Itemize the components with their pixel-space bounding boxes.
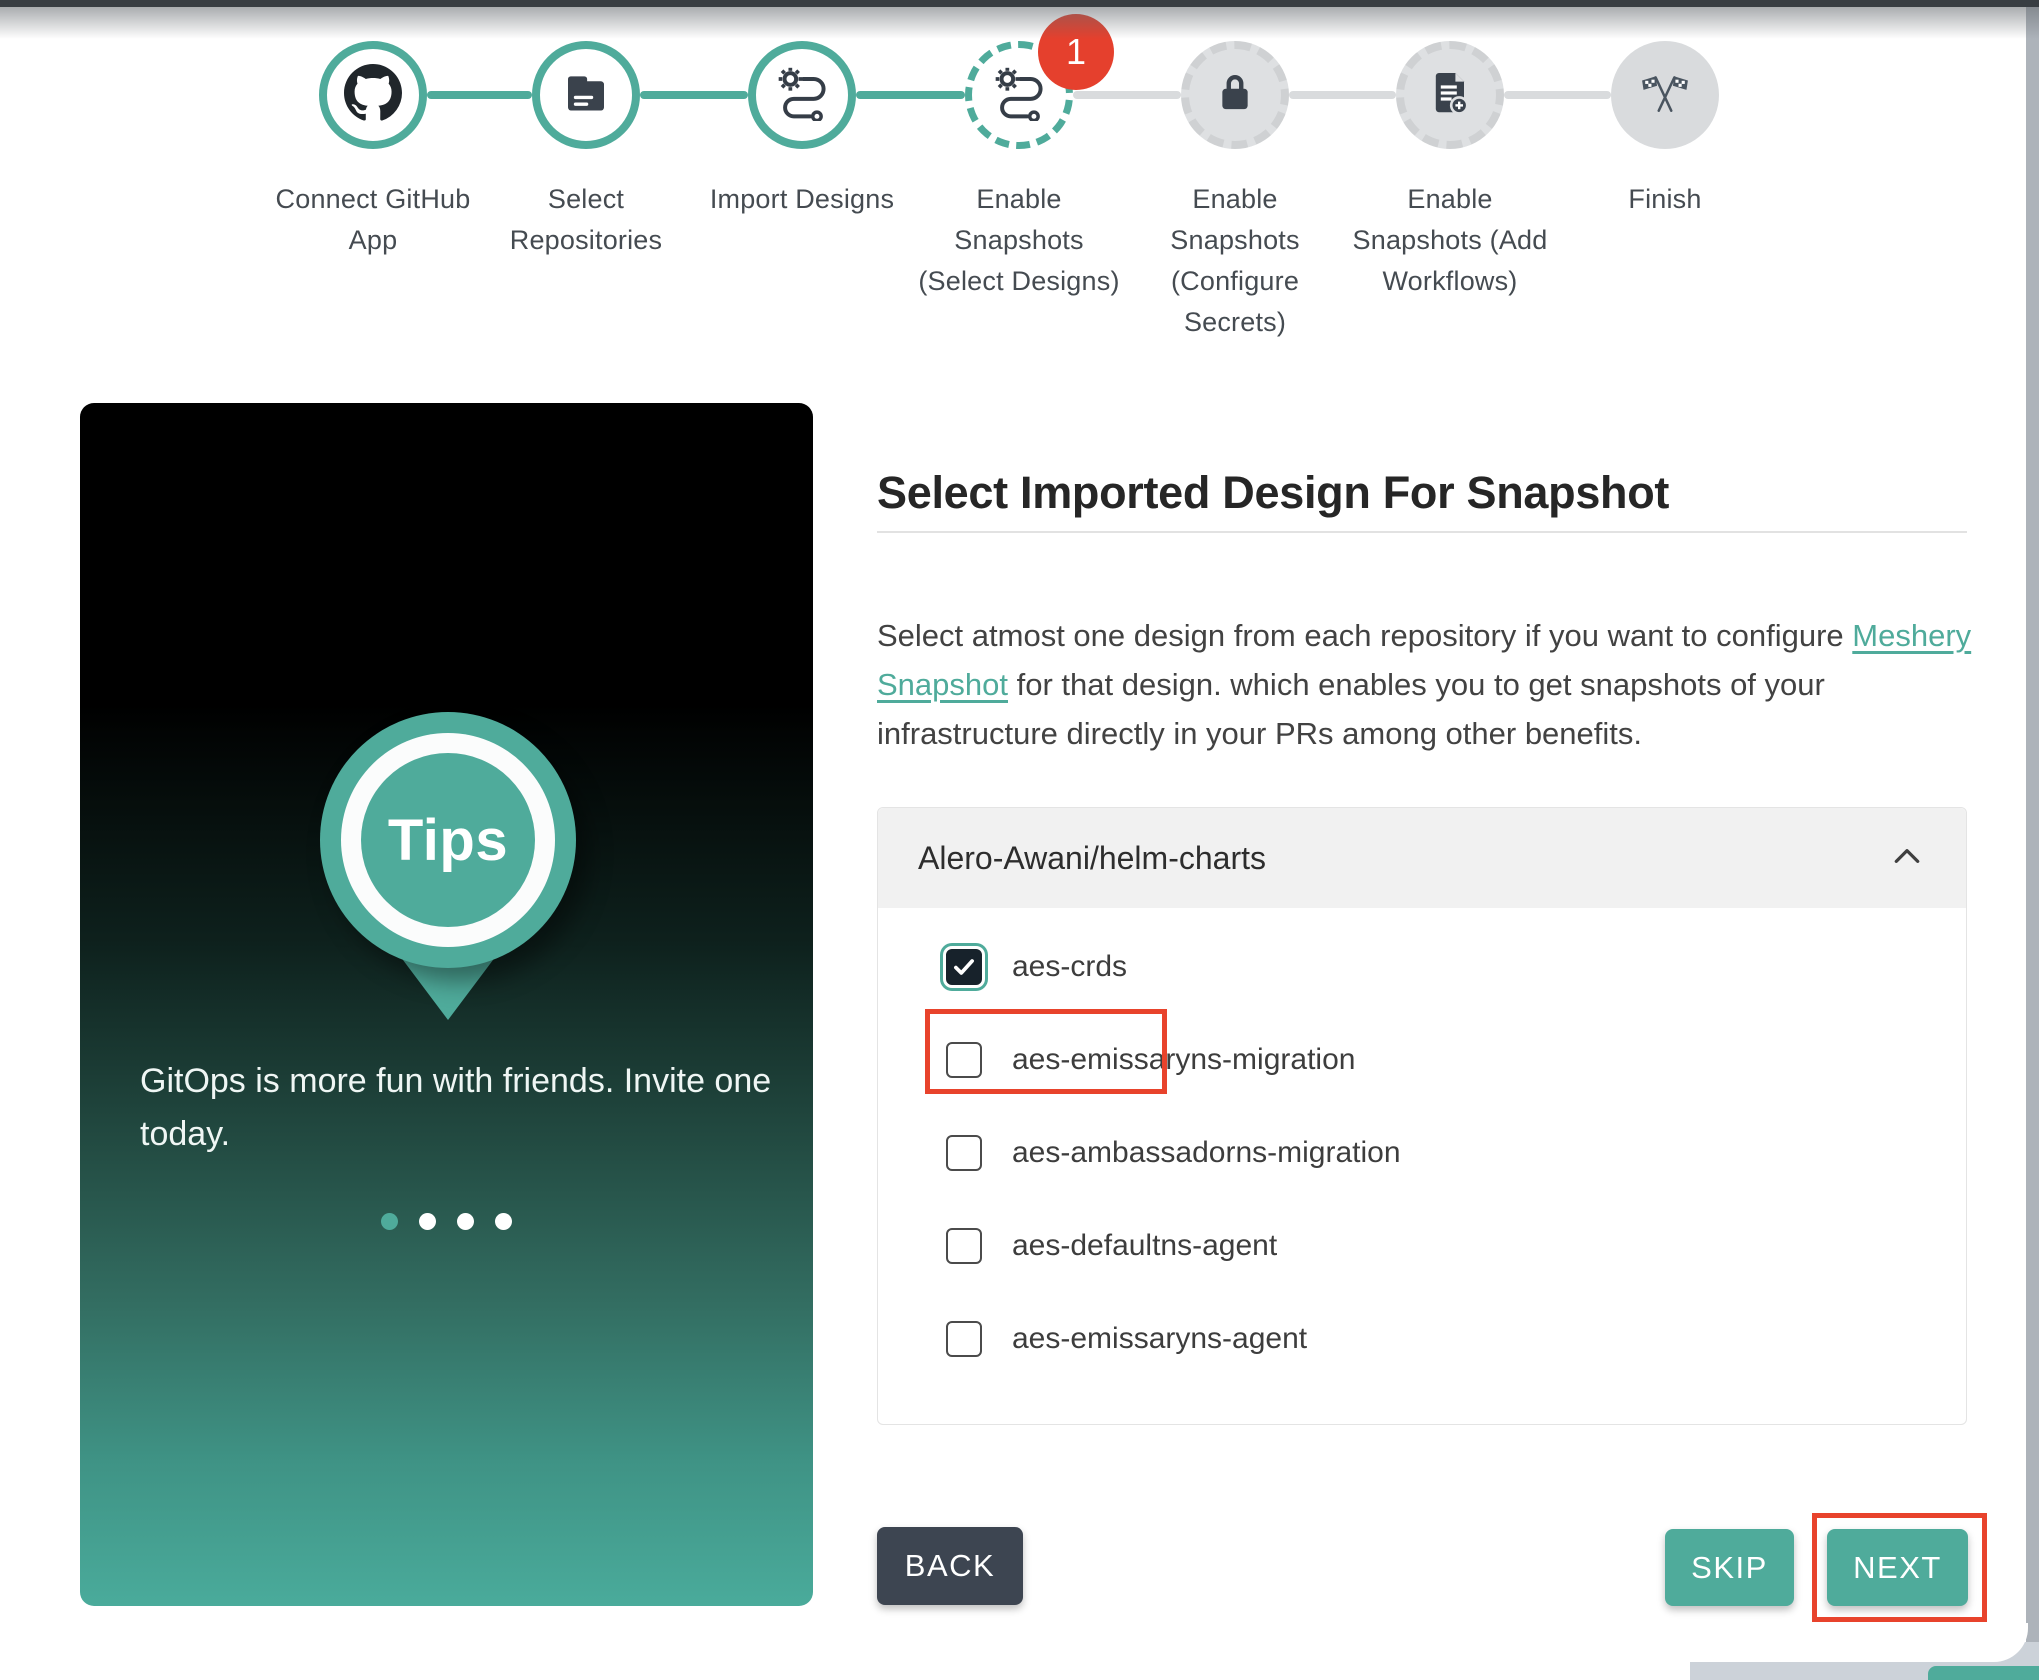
lock-icon (1212, 70, 1258, 121)
step-circle (748, 41, 856, 149)
document-add-icon (1426, 69, 1474, 122)
design-checkbox[interactable] (946, 1320, 982, 1357)
tips-pin: Tips (320, 712, 576, 968)
highlight-annotation-checked-design (925, 1009, 1167, 1094)
step-connect-github-app: Connect GitHub App (265, 41, 481, 261)
github-icon (344, 63, 402, 127)
wizard-stepper: Connect GitHub App Select Repositories I… (0, 0, 2039, 337)
step-circle (1611, 41, 1719, 149)
tips-pin-ring: Tips (341, 733, 555, 947)
design-checkbox[interactable] (946, 1227, 982, 1264)
design-row: aes-ambassadorns-migration (878, 1106, 1966, 1199)
step-label: Select Repositories (509, 184, 663, 255)
top-window-edge (0, 0, 2039, 7)
carousel-dot[interactable] (495, 1213, 512, 1230)
design-row: aes-crds (878, 920, 1966, 1013)
design-label: aes-crds (1012, 949, 1128, 983)
chevron-up-icon[interactable] (1892, 845, 1922, 872)
top-shadow (0, 7, 2039, 39)
repository-accordion: Alero-Awani/helm-charts aes-crds aes-emi… (877, 807, 1967, 1425)
route-icon (774, 65, 830, 126)
back-button[interactable]: BACK (877, 1527, 1023, 1605)
scrollbar-track[interactable] (2026, 0, 2039, 1680)
modal-bottom-corner (1200, 1623, 2028, 1662)
design-row: aes-defaultns-agent (878, 1199, 1966, 1292)
design-label: aes-defaultns-agent (1012, 1228, 1278, 1262)
highlight-annotation-next-button (1812, 1513, 1987, 1622)
step-circle (319, 41, 427, 149)
design-row: aes-emissaryns-agent (878, 1292, 1966, 1385)
step-enable-snapshots-configure-secrets: Enable Snapshots (Configure Secrets) (1127, 41, 1343, 343)
design-checkbox-checked[interactable] (946, 948, 982, 985)
step-label: Enable Snapshots (Add Workflows) (1352, 184, 1548, 296)
gitops-setup-wizard: Connect GitHub App Select Repositories I… (0, 0, 2039, 1680)
title-divider (877, 531, 1967, 533)
tips-message-line: today. (140, 1115, 231, 1153)
route-icon (991, 65, 1047, 126)
step-label: Finish (1628, 184, 1702, 214)
step-label: Import Designs (709, 184, 895, 214)
step-circle (1181, 41, 1289, 149)
carousel-dot[interactable] (419, 1213, 436, 1230)
design-list: aes-crds aes-emissaryns-migration aes-am… (878, 908, 1966, 1385)
design-label: aes-ambassadorns-migration (1012, 1135, 1401, 1169)
step-finish: Finish (1557, 41, 1773, 220)
step-select-repositories: Select Repositories (478, 41, 694, 261)
description-after-link: for that design. which enables you to ge… (877, 667, 1825, 751)
step-import-designs: Import Designs (694, 41, 910, 220)
step-enable-snapshots-add-workflows: Enable Snapshots (Add Workflows) (1342, 41, 1558, 302)
design-checkbox[interactable] (946, 1134, 982, 1171)
description-text: Select atmost one design from each repos… (877, 611, 1972, 758)
design-label: aes-emissaryns-agent (1012, 1321, 1308, 1355)
tips-badge-text: Tips (387, 807, 509, 873)
description-before-link: Select atmost one design from each repos… (877, 618, 1853, 653)
tips-carousel-panel: Tips GitOps is more fun with friends. In… (80, 403, 813, 1606)
carousel-dot[interactable] (457, 1213, 474, 1230)
repository-name: Alero-Awani/helm-charts (918, 839, 1266, 876)
finish-flags-icon (1640, 68, 1690, 123)
carousel-dot-active[interactable] (381, 1213, 398, 1230)
tips-message-line: GitOps is more fun with friends. Invite … (140, 1062, 772, 1100)
tips-message: GitOps is more fun with friends. Invite … (140, 1055, 780, 1161)
repository-accordion-header[interactable]: Alero-Awani/helm-charts (878, 808, 1966, 908)
skip-button[interactable]: SKIP (1665, 1529, 1794, 1606)
step-label: Enable Snapshots (Select Designs) (918, 184, 1120, 296)
folder-icon (559, 66, 613, 125)
step-circle (1396, 41, 1504, 149)
step-label: Connect GitHub App (275, 184, 471, 255)
step-enable-snapshots-select-designs: 1 Enable Snapshots (Select Designs) (911, 14, 1127, 302)
tips-pin-inner: Tips (361, 753, 535, 927)
carousel-dots (80, 1213, 813, 1230)
step-circle (532, 41, 640, 149)
step-label: Enable Snapshots (Configure Secrets) (1170, 184, 1300, 337)
teal-bar (1928, 1666, 2039, 1680)
page-title: Select Imported Design For Snapshot (877, 467, 1670, 519)
